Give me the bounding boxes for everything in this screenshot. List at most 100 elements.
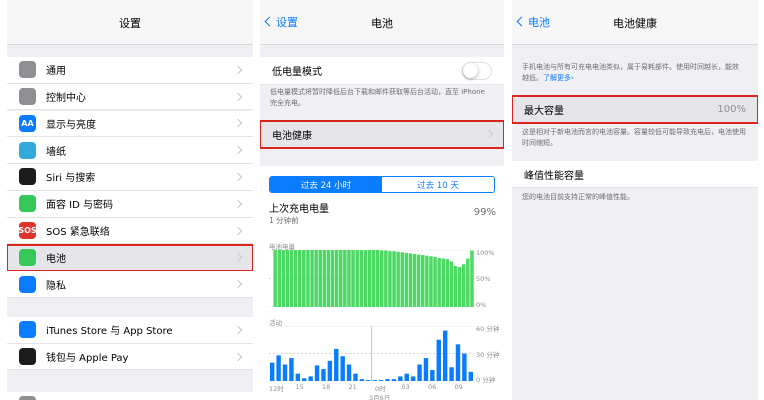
settings-row-label: SOS 紧急联络 (46, 227, 110, 239)
wallet-icon (19, 348, 36, 366)
battery-level-bar (339, 250, 343, 307)
settings-row-label: 控制中心 (46, 93, 86, 105)
battery-level-bar (298, 250, 302, 307)
battery-level-bar (449, 261, 454, 307)
battery-level-bar (330, 250, 335, 307)
activity-bar (295, 373, 301, 381)
activity-chart (269, 326, 474, 381)
activity-bar (270, 362, 275, 381)
settings-row-siri[interactable]: Siri 与搜索 (7, 164, 253, 191)
settings-panel: 设置 通用 控制中心 AA 显示与亮度 墙纸 Siri 与搜索 面容 ID 与密码 SOS SO… (7, 0, 253, 400)
last-charge-value: 99% (473, 207, 496, 218)
x-tick-label: 21 (348, 383, 357, 391)
chevron-right-icon (233, 145, 243, 155)
chevron-right-icon (233, 226, 243, 235)
chevron-right-icon (233, 92, 243, 101)
settings-row-wallet[interactable]: 钱包与 Apple Pay (7, 343, 253, 371)
settings-row-label: Siri 与搜索 (46, 173, 96, 185)
activity-bar (282, 364, 288, 381)
settings-row-face-id[interactable]: 面容 ID 与密码 (7, 191, 253, 218)
battery-level-bar (363, 250, 368, 307)
siri-icon (19, 168, 36, 186)
settings-row-label: 通用 (46, 66, 66, 78)
settings-row-toggles[interactable]: 控制中心 (7, 83, 253, 111)
level-tick-50: 50% (476, 275, 491, 283)
x-tick-label: 06 (428, 383, 437, 391)
health-navbar: 电池 电池健康 (512, 0, 758, 45)
learn-more-chevron-icon: › (571, 74, 574, 82)
face-id-icon (19, 195, 36, 213)
settings-next-row[interactable] (7, 392, 253, 400)
settings-row-label: 电池 (46, 253, 66, 265)
battery-level-bar (281, 250, 286, 307)
battery-level-bar (396, 251, 400, 307)
battery-level-bar (273, 250, 277, 307)
peak-performance-label: 峰值性能容量 (524, 170, 584, 182)
settings-row-hand[interactable]: 隐私 (7, 271, 253, 298)
level-tick-0: 0% (476, 301, 487, 309)
activity-bar (462, 353, 467, 381)
battery-health-label: 电池健康 (272, 130, 312, 142)
hand-icon (19, 275, 36, 293)
chevron-right-icon (233, 65, 243, 74)
low-power-toggle[interactable] (462, 62, 492, 80)
battery-level-bar (437, 257, 441, 307)
tab-24-hours[interactable]: 过去 24 小时 (270, 177, 382, 192)
battery-health-row[interactable]: 电池健康 (260, 120, 504, 149)
activity-bar (372, 380, 377, 381)
peak-performance-note: 您的电池目前支持正常的峰值性能。 (522, 193, 634, 201)
x-tick-label: 18 (322, 383, 331, 391)
battery-level-bar (470, 250, 474, 307)
activity-bar (449, 367, 454, 381)
x-tick-label: 15 (295, 383, 304, 391)
activity-bar (353, 373, 358, 381)
settings-row-label: 墙纸 (46, 146, 66, 158)
peak-performance-row: 峰值性能容量 (512, 161, 758, 188)
battery-level-bar (302, 250, 306, 307)
max-capacity-row: 最大容量 100% (512, 95, 758, 124)
settings-row-label: 显示与亮度 (46, 119, 96, 131)
activity-bar (423, 358, 429, 381)
activity-bar (378, 380, 384, 381)
battery-level-bar (429, 256, 433, 307)
activity-bar (314, 365, 320, 381)
health-title: 电池健康 (613, 17, 657, 30)
toggles-icon (19, 88, 36, 106)
settings-row-label: 隐私 (46, 280, 66, 292)
battery-level-bar (318, 250, 322, 307)
learn-more-link[interactable]: 了解更多 (543, 74, 571, 82)
activity-tick-0: 0 分钟 (476, 376, 496, 384)
chevron-right-icon (233, 172, 243, 182)
level-tick-100: 100% (476, 249, 495, 257)
chevron-right-icon (233, 119, 243, 128)
battery-level-bar (322, 250, 327, 307)
chevron-right-icon (233, 253, 243, 262)
battery-level-bar (355, 250, 359, 307)
settings-row-app-store[interactable]: iTunes Store 与 App Store (7, 317, 253, 344)
activity-bar (346, 364, 352, 381)
settings-row-flower[interactable]: 墙纸 (7, 137, 253, 164)
battery-panel: 设置 电池 低电量模式 低电量模式将暂时降低后台下载和邮件获取等后台活动，直至 … (260, 0, 504, 400)
settings-row-aa[interactable]: AA 显示与亮度 (7, 110, 253, 138)
activity-bar (468, 371, 473, 381)
activity-bar (334, 348, 339, 381)
tab-10-days[interactable]: 过去 10 天 (382, 177, 494, 192)
battery-level-bar (416, 254, 421, 307)
settings-row-battery[interactable]: 电池 (7, 243, 253, 273)
next-icon (19, 396, 36, 400)
battery-level-bar (408, 253, 413, 307)
battery-icon (19, 248, 36, 266)
settings-row-sos[interactable]: SOS SOS 紧急联络 (7, 217, 253, 245)
health-intro: 手机电池与所有可充电电池类似，属于易耗部件。使用时间越长，能效越低。了解更多› (522, 62, 744, 84)
settings-row-gear[interactable]: 通用 (7, 57, 253, 84)
battery-level-bar (314, 250, 318, 307)
time-range-segmented-control: 过去 24 小时 过去 10 天 (269, 176, 495, 193)
activity-bar (340, 356, 345, 381)
activity-bar (289, 358, 294, 381)
last-charge-time: 1 分钟前 (269, 216, 299, 225)
x-tick-label: 09 (454, 383, 463, 391)
battery-level-bar (453, 265, 458, 307)
battery-level-bar (367, 250, 372, 307)
battery-level-bar (388, 251, 392, 307)
settings-row-label: iTunes Store 与 App Store (46, 326, 173, 338)
